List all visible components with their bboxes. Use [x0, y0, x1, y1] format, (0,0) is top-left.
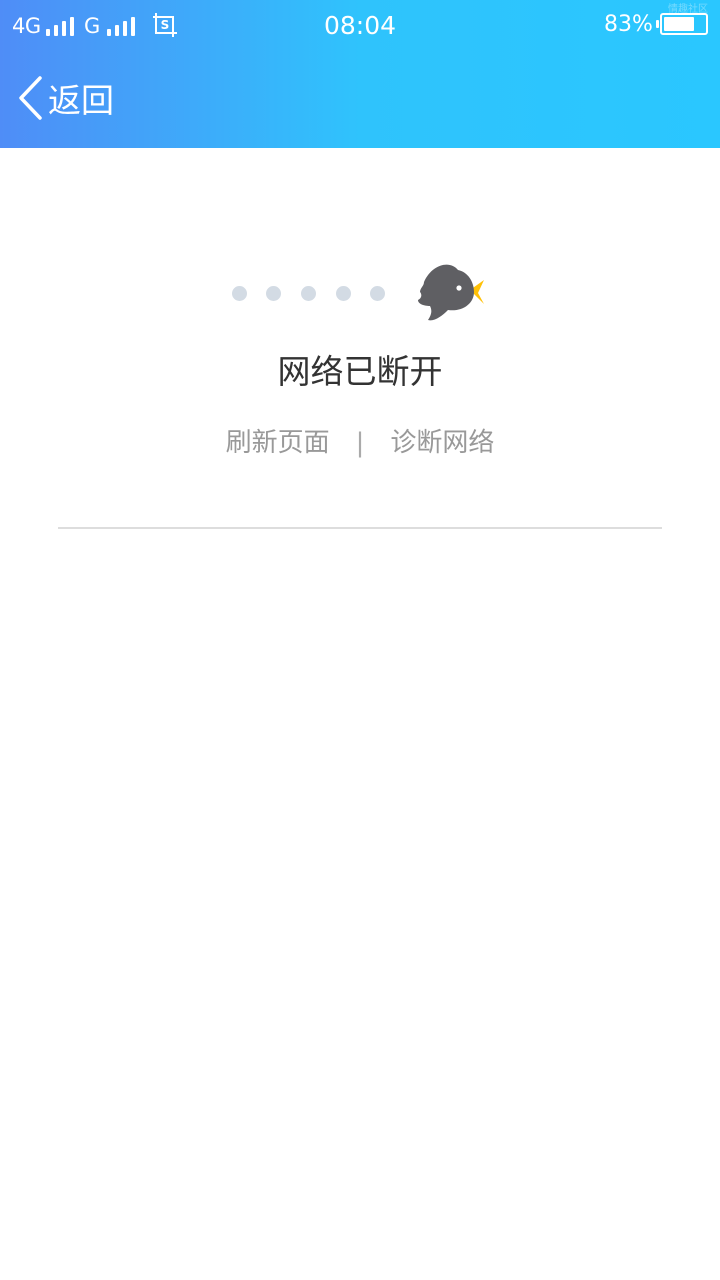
divider: [58, 527, 662, 529]
battery-percent: 83%: [604, 12, 653, 37]
back-label: 返回: [48, 81, 114, 120]
error-title: 网络已断开: [277, 352, 443, 391]
action-separator: |: [355, 428, 365, 458]
app-header: 4G G S 08:04 83% 情趣社区 返回: [0, 0, 720, 148]
watermark-text: 情趣社区: [668, 4, 708, 15]
chevron-left-icon: [19, 76, 42, 120]
diagnose-network-link[interactable]: 诊断网络: [390, 422, 494, 459]
progress-dot: [266, 286, 281, 301]
back-button[interactable]: 返回: [16, 74, 114, 122]
progress-dot: [336, 286, 351, 301]
progress-dot: [370, 286, 385, 301]
progress-dot: [301, 286, 316, 301]
bird-icon: [418, 264, 484, 321]
battery-icon: [656, 13, 708, 35]
status-bar: 4G G S 08:04 83% 情趣社区: [0, 0, 720, 52]
progress-dot: [232, 286, 247, 301]
action-links: 刷新页面 | 诊断网络: [0, 422, 720, 459]
disconnected-illustration: [220, 258, 500, 328]
refresh-page-link[interactable]: 刷新页面: [226, 422, 330, 459]
